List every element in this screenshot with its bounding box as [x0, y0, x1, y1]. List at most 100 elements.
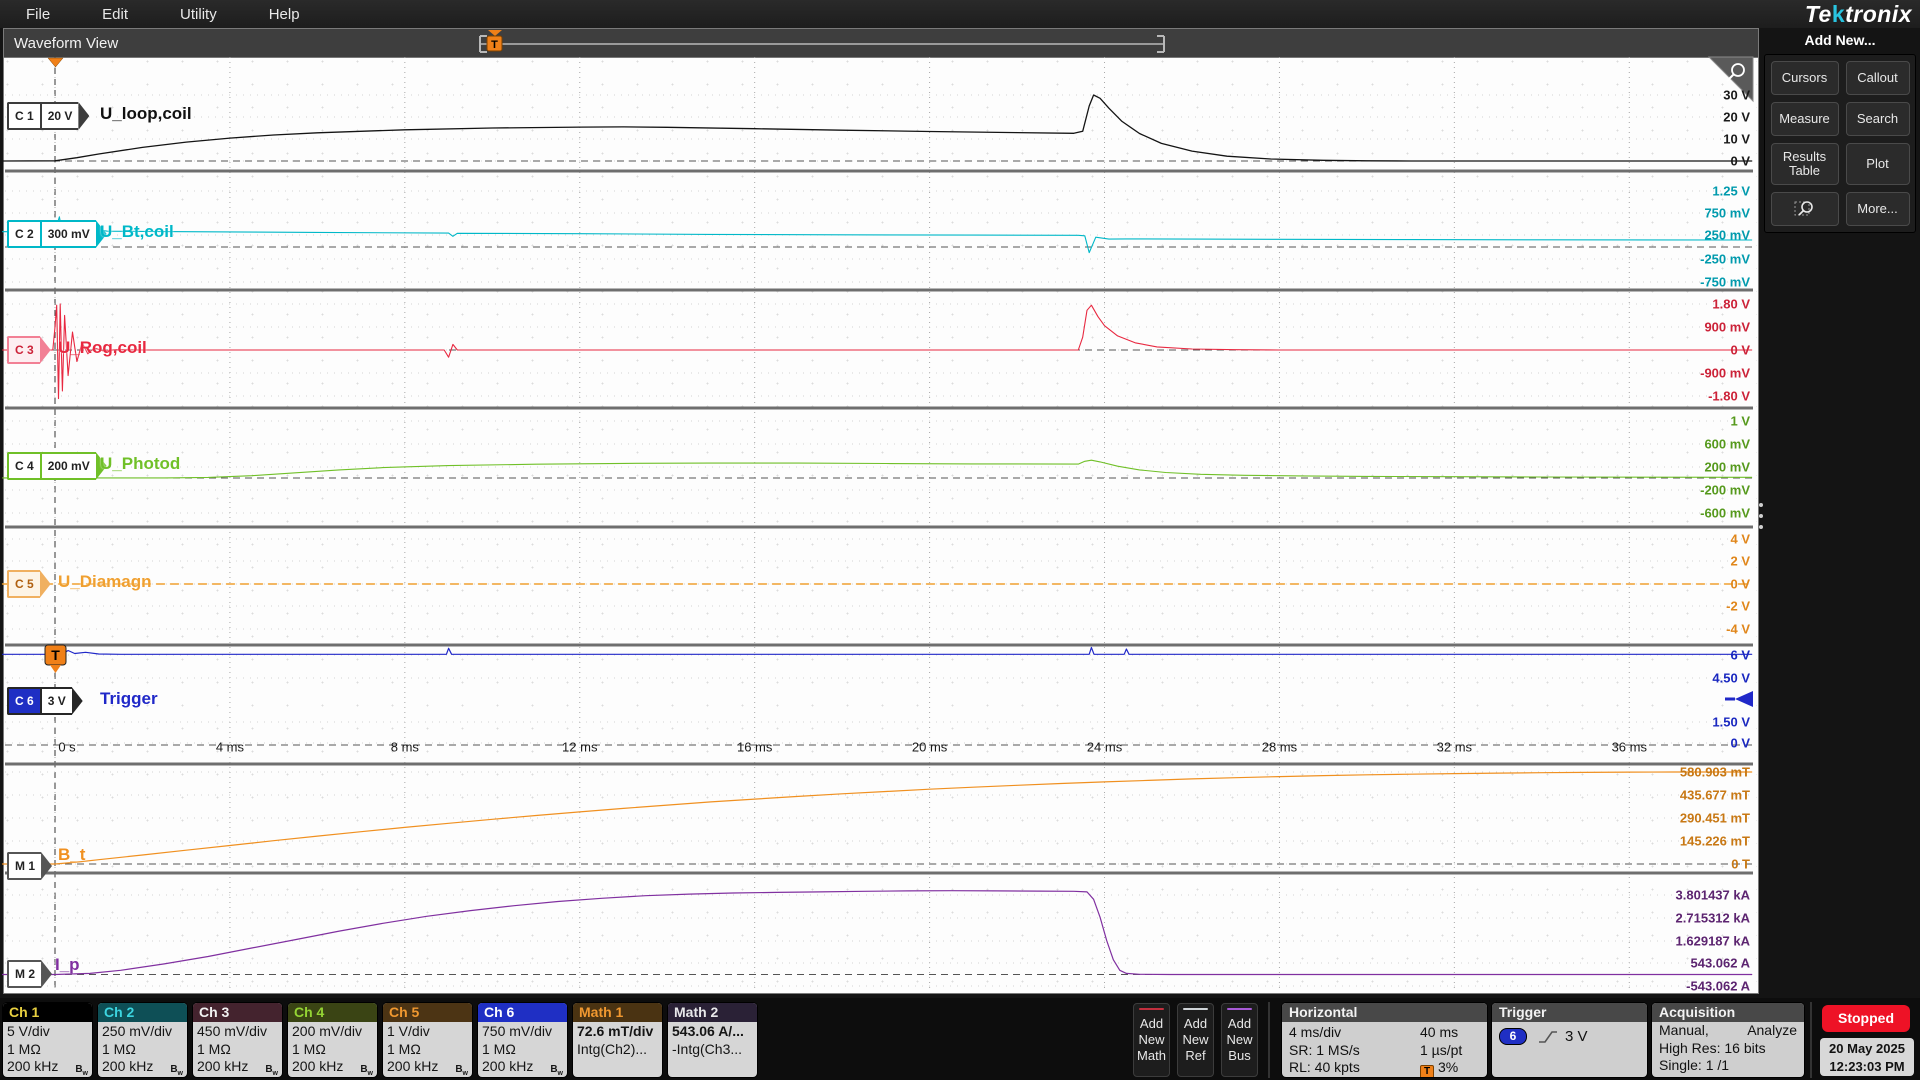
channel-card-row: 200 kHzBw: [197, 1058, 278, 1076]
channel-card-body: 250 mV/div1 MΩ200 kHzBw: [98, 1022, 187, 1077]
axis-label-C5: 2 V: [1730, 554, 1750, 569]
horizontal-title: Horizontal: [1282, 1003, 1487, 1022]
channel-card-row: 250 mV/div: [102, 1023, 183, 1041]
axis-label-C1: 10 V: [1723, 132, 1750, 147]
channel-card-ch2[interactable]: Ch 2250 mV/div1 MΩ200 kHzBw: [98, 1003, 187, 1077]
channel-badge-C3[interactable]: C 3: [7, 336, 40, 364]
channel-card-row: 200 kHzBw: [7, 1058, 88, 1076]
menu-help[interactable]: Help: [259, 2, 310, 27]
channel-name-C3: U_Rog,coil: [58, 338, 147, 358]
acq-resolution: High Res: 16 bits: [1652, 1040, 1804, 1058]
add-new-bus-button[interactable]: AddNewBus: [1221, 1003, 1258, 1077]
axis-label-C2: 750 mV: [1704, 206, 1750, 221]
channel-card-row: 1 V/div: [387, 1023, 468, 1041]
trigger-title: Trigger: [1492, 1003, 1647, 1022]
axis-label-M1: 145.226 mT: [1680, 834, 1750, 849]
channel-card-row: 72.6 mT/div: [577, 1023, 658, 1041]
axis-label-C4: -200 mV: [1700, 483, 1750, 498]
time-tick-label: 28 ms: [1262, 740, 1297, 755]
channel-card-row: -Intg(Ch3...: [672, 1041, 753, 1059]
channel-card-ch4[interactable]: Ch 4200 mV/div1 MΩ200 kHzBw: [288, 1003, 377, 1077]
channel-card-math1[interactable]: Math 172.6 mT/divIntg(Ch2)...: [573, 1003, 662, 1077]
bottom-settings-bar: Horizontal 4 ms/div40 msSR: 1 MS/s1 µs/p…: [0, 998, 1920, 1080]
axis-label-C2: 1.25 V: [1712, 184, 1750, 199]
menu-edit[interactable]: Edit: [92, 2, 138, 27]
axis-label-C1: 20 V: [1723, 110, 1750, 125]
search-button[interactable]: Search: [1846, 102, 1910, 136]
axis-label-C6: 1.50 V: [1712, 715, 1750, 730]
rising-edge-icon: [1537, 1029, 1559, 1045]
channel-card-row: 200 kHzBw: [387, 1058, 468, 1076]
channel-card-header: Math 1: [573, 1003, 662, 1022]
cursors-button[interactable]: Cursors: [1771, 61, 1839, 95]
axis-label-M2: 3.801437 kA: [1676, 888, 1750, 903]
datetime-display: 20 May 2025 12:23:03 PM: [1820, 1038, 1914, 1076]
channel-badge-M1[interactable]: M 1: [7, 852, 41, 880]
add-new-math-button[interactable]: AddNewMath: [1133, 1003, 1170, 1077]
channel-card-row: 5 V/div: [7, 1023, 88, 1041]
menu-utility[interactable]: Utility: [170, 2, 227, 27]
axis-label-C6: 0 V: [1730, 736, 1750, 751]
acq-single: Single: 1 /1: [1652, 1057, 1804, 1075]
channel-badge-M2[interactable]: M 2: [7, 960, 41, 988]
axis-label-C6: 6 V: [1730, 648, 1750, 663]
channel-name-C6: Trigger: [100, 689, 158, 709]
add-new-header: Add New...: [1764, 32, 1916, 48]
logo-text-tail: tronix: [1845, 1, 1912, 27]
time-tick-label: 24 ms: [1087, 740, 1122, 755]
channel-badge-C5[interactable]: C 5: [7, 570, 40, 598]
menu-file[interactable]: File: [16, 2, 60, 27]
time-tick-label: 20 ms: [912, 740, 947, 755]
more-button[interactable]: More...: [1846, 192, 1910, 226]
trigger-panel[interactable]: Trigger 6 3 V: [1492, 1003, 1647, 1077]
badge-channel-cell: C 6: [9, 689, 40, 713]
channel-name-C5: U_Diamagn: [58, 572, 152, 592]
axis-label-C4: 200 mV: [1704, 460, 1750, 475]
channel-card-ch5[interactable]: Ch 51 V/div1 MΩ200 kHzBw: [383, 1003, 472, 1077]
channel-badge-C1[interactable]: C 120 V: [7, 102, 78, 130]
plot-button[interactable]: Plot: [1846, 143, 1910, 185]
callout-button[interactable]: Callout: [1846, 61, 1910, 95]
channel-card-row: 450 mV/div: [197, 1023, 278, 1041]
channel-card-body: 5 V/div1 MΩ200 kHzBw: [3, 1022, 92, 1077]
channel-card-header: Ch 2: [98, 1003, 187, 1022]
axis-label-C3: 0 V: [1730, 343, 1750, 358]
channel-card-ch6[interactable]: Ch 6750 mV/div1 MΩ200 kHzBw: [478, 1003, 567, 1077]
logo-k-accent: k: [1832, 1, 1845, 27]
results-table-button[interactable]: Results Table: [1771, 143, 1839, 185]
channel-card-body: 543.06 A/...-Intg(Ch3...: [668, 1022, 757, 1059]
channel-card-ch1[interactable]: Ch 15 V/div1 MΩ200 kHzBw: [3, 1003, 92, 1077]
horizontal-panel[interactable]: Horizontal 4 ms/div40 msSR: 1 MS/s1 µs/p…: [1282, 1003, 1487, 1077]
axis-label-C6: 4.50 V: [1712, 671, 1750, 686]
acq-mode: Manual,: [1659, 1022, 1709, 1040]
channel-badge-C4[interactable]: C 4200 mV: [7, 452, 96, 480]
channel-card-math2[interactable]: Math 2543.06 A/...-Intg(Ch3...: [668, 1003, 757, 1077]
badge-scale-cell: 200 mV: [40, 454, 96, 478]
bandwidth-icon: Bw: [550, 1061, 563, 1077]
channel-badge-C6[interactable]: C 63 V: [7, 687, 72, 715]
badge-channel-cell: C 4: [9, 454, 40, 478]
channel-card-row: 1 MΩ: [7, 1041, 88, 1059]
run-stop-button[interactable]: Stopped: [1822, 1005, 1910, 1032]
splitter-grip[interactable]: [1757, 503, 1764, 529]
tektronix-logo: Tektronix: [1805, 1, 1912, 28]
channel-name-M1: B_t: [58, 845, 85, 865]
channel-badge-C2[interactable]: C 2300 mV: [7, 220, 96, 248]
measure-button[interactable]: Measure: [1771, 102, 1839, 136]
acquisition-title: Acquisition: [1652, 1003, 1804, 1022]
axis-label-C2: -750 mV: [1700, 275, 1750, 290]
trigger-level-value: 3 V: [1565, 1028, 1588, 1046]
channel-card-body: 200 mV/div1 MΩ200 kHzBw: [288, 1022, 377, 1077]
time-tick-label: 16 ms: [737, 740, 772, 755]
channel-card-ch3[interactable]: Ch 3450 mV/div1 MΩ200 kHzBw: [193, 1003, 282, 1077]
zoom-mode-button[interactable]: [1771, 192, 1839, 226]
horizontal-row: RL: 40 kptsT3%: [1282, 1059, 1487, 1077]
graticule[interactable]: [5, 58, 1757, 993]
channel-card-body: 1 V/div1 MΩ200 kHzBw: [383, 1022, 472, 1077]
magnifier-icon: [1794, 199, 1816, 219]
add-new-accent: [1139, 1008, 1164, 1010]
add-new-ref-button[interactable]: AddNewRef: [1177, 1003, 1214, 1077]
time-tick-label: 4 ms: [216, 740, 244, 755]
badge-channel-cell: M 1: [9, 854, 41, 878]
acquisition-panel[interactable]: Acquisition Manual,Analyze High Res: 16 …: [1652, 1003, 1804, 1077]
